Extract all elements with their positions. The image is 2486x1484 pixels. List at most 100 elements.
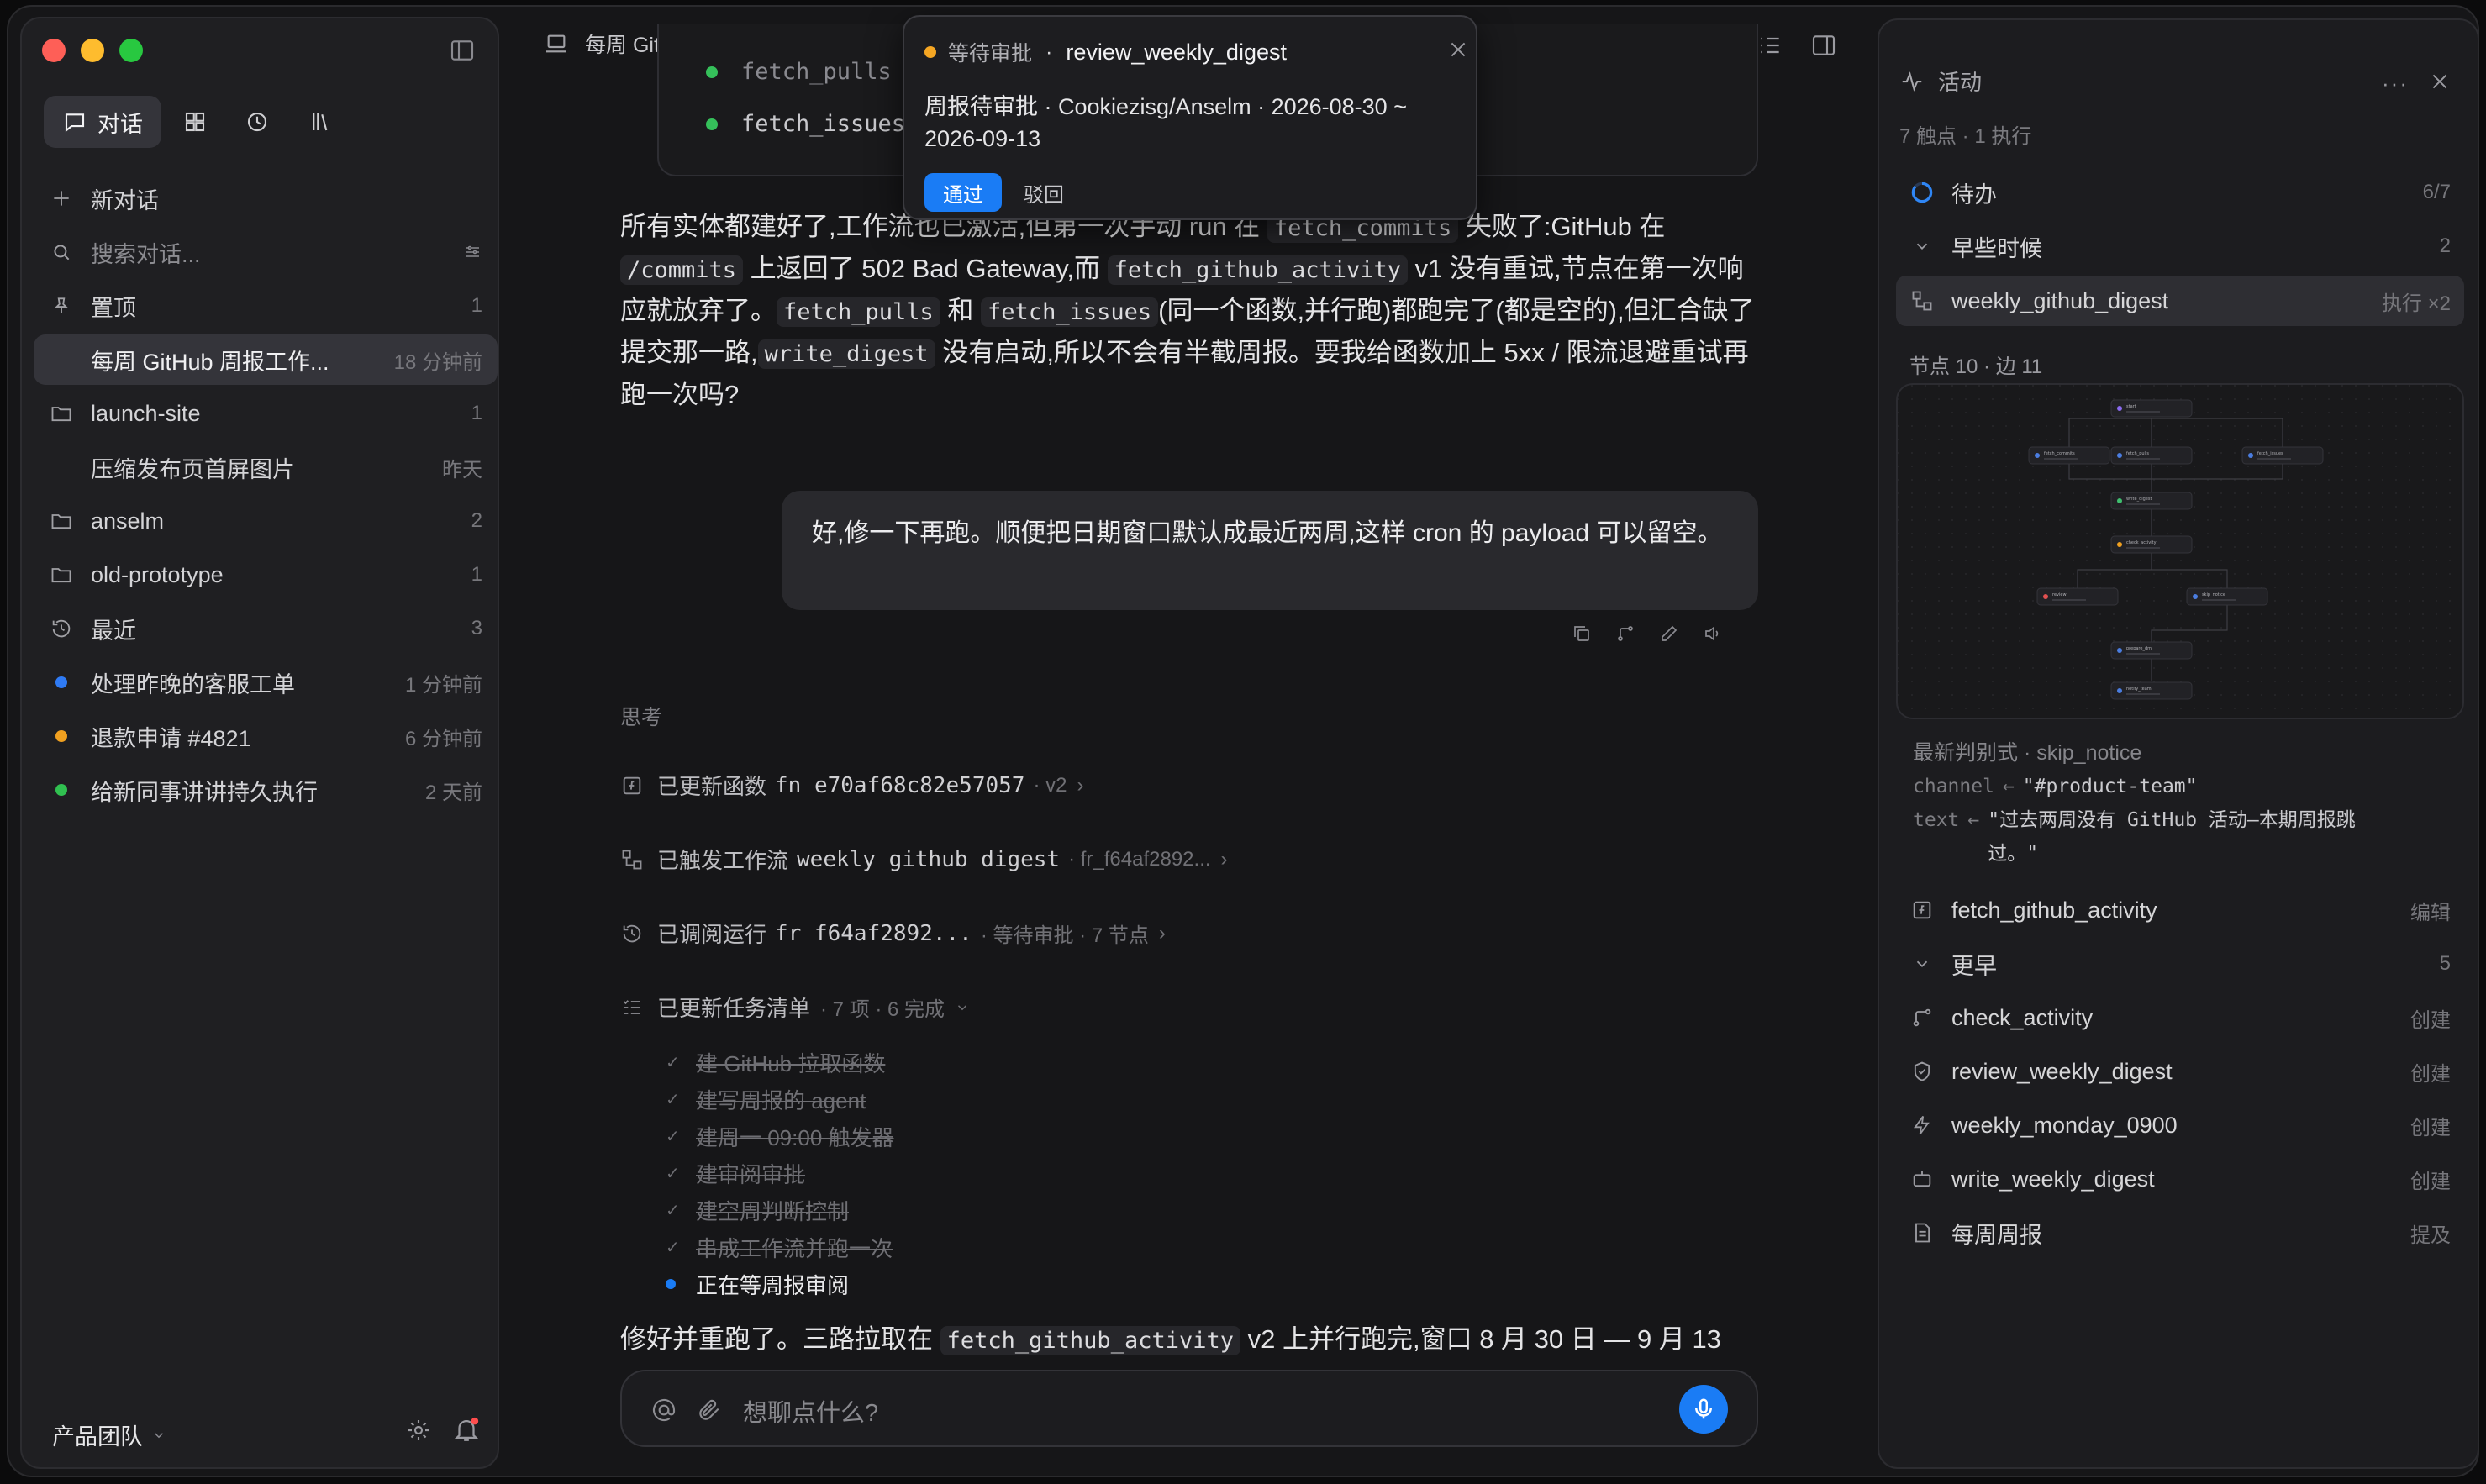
workflow-icon xyxy=(1909,288,1935,313)
workflow-graph[interactable]: start fetch_commits fetch_pulls fetch_issue… xyxy=(1896,383,2464,719)
chat-item[interactable]: 给新同事讲讲持久执行 2 天前 xyxy=(34,765,498,815)
speaker-icon[interactable] xyxy=(1703,624,1723,644)
folder-old-prototype[interactable]: old-prototype 1 xyxy=(34,550,498,600)
folder-label: anselm xyxy=(91,508,165,534)
function-icon xyxy=(620,774,644,797)
tab-library[interactable] xyxy=(296,96,346,148)
graph-node-check_activity[interactable]: check_activity xyxy=(2110,535,2193,554)
new-chat-button[interactable]: 新对话 xyxy=(34,173,498,224)
code-line: fetch_issues xyxy=(706,111,905,137)
activity-item[interactable]: weekly_monday_0900 创建 xyxy=(1896,1101,2464,1150)
earlier-section[interactable]: 早些时候 2 xyxy=(1896,222,2464,271)
graph-node-write_digest[interactable]: write_digest xyxy=(2110,492,2193,510)
sidebar: 对话 新对话 搜索对话... 置顶 1 每周 GitHub 周报工作... 18… xyxy=(20,17,499,1469)
todo-item: ✓ 建周一 09:00 触发器 xyxy=(666,1125,894,1150)
svg-text:notify_team: notify_team xyxy=(2126,687,2152,692)
right-panel-toggle-icon[interactable] xyxy=(1810,32,1837,59)
activity-item[interactable]: write_weekly_digest 创建 xyxy=(1896,1155,2464,1203)
minimize-window-button[interactable] xyxy=(81,39,104,62)
pending-section[interactable]: 待办 6/7 xyxy=(1896,168,2464,217)
graph-node-prepare_dm[interactable]: prepare_dm xyxy=(2110,641,2193,660)
graph-node-fetch_pulls[interactable]: fetch_pulls xyxy=(2110,446,2193,465)
activity-item[interactable]: 每周周报 提及 xyxy=(1896,1208,2464,1257)
sidebar-item-pinned[interactable]: 置顶 1 xyxy=(34,281,498,331)
settings-gear-icon[interactable] xyxy=(405,1417,432,1444)
status-dot xyxy=(55,676,67,688)
thinking-step[interactable]: 已更新任务清单 · 7 项 · 6 完成 xyxy=(620,992,970,1023)
team-label: 产品团队 xyxy=(52,1424,143,1450)
more-options-icon[interactable]: ··· xyxy=(2382,71,2409,97)
chat-item-time: 昨天 xyxy=(442,458,482,482)
attach-icon[interactable] xyxy=(696,1397,723,1423)
chat-item-time: 1 分钟前 xyxy=(404,673,482,697)
sidebar-toggle-icon[interactable] xyxy=(449,37,476,64)
chat-item[interactable]: 压缩发布页首屏图片 昨天 xyxy=(34,442,498,492)
branch-icon[interactable] xyxy=(1615,624,1635,644)
team-switcher[interactable]: 产品团队 xyxy=(52,1418,166,1451)
thinking-step[interactable]: 已更新函数 fn_e70af68c82e57057 · v2 › xyxy=(620,770,1083,801)
history-icon xyxy=(620,922,644,945)
activity-panel: 活动 ··· 7 触点 · 1 执行 待办 6/7 早些时候 2 weekly_… xyxy=(1878,18,2478,1469)
sidebar-item-recent[interactable]: 最近 3 xyxy=(34,603,498,654)
chat-item-time: 2 天前 xyxy=(424,781,482,804)
activity-item[interactable]: review_weekly_digest 创建 xyxy=(1896,1047,2464,1096)
folder-anselm[interactable]: anselm 2 xyxy=(34,496,498,546)
chat-bubble-icon xyxy=(62,109,87,134)
selected-workflow-row[interactable]: weekly_github_digest 执行 ×2 xyxy=(1896,276,2464,326)
folder-label: old-prototype xyxy=(91,561,224,587)
graph-node-skip_notice[interactable]: skip_notice xyxy=(2186,587,2268,606)
close-icon[interactable] xyxy=(1447,39,1469,61)
filter-icon[interactable] xyxy=(462,242,482,262)
chat-item-label: 给新同事讲讲持久执行 xyxy=(91,779,318,805)
edit-icon[interactable] xyxy=(1659,624,1679,644)
graph-node-start[interactable]: start xyxy=(2110,399,2193,418)
chevron-down-icon xyxy=(151,1428,166,1443)
chevron-right-icon: › xyxy=(1220,847,1228,871)
older-section[interactable]: 更早 5 xyxy=(1896,939,2464,988)
activity-item[interactable]: check_activity 创建 xyxy=(1896,993,2464,1042)
thinking-step[interactable]: 已调阅运行 fr_f64af2892... · 等待审批 · 7 节点 › xyxy=(620,918,1166,949)
bot-icon xyxy=(1909,1166,1935,1192)
chevron-down-icon xyxy=(1909,951,1935,976)
reject-button[interactable]: 驳回 xyxy=(1024,173,1064,212)
search-icon xyxy=(49,239,74,265)
check-icon: ✓ xyxy=(666,1054,680,1072)
tab-chats[interactable]: 对话 xyxy=(44,96,161,148)
chat-item[interactable]: 退款申请 #4821 6 分钟前 xyxy=(34,711,498,761)
app-window: 对话 新对话 搜索对话... 置顶 1 每周 GitHub 周报工作... 18… xyxy=(7,5,2479,1477)
mention-icon[interactable] xyxy=(650,1397,677,1423)
search-input[interactable]: 搜索对话... xyxy=(91,236,462,269)
graph-node-notify_team[interactable]: notify_team xyxy=(2110,681,2193,700)
function-row[interactable]: fetch_github_activity 编辑 xyxy=(1896,886,2464,934)
tab-grid[interactable] xyxy=(170,96,220,148)
tab-history[interactable] xyxy=(232,96,282,148)
assistant-message: 修好并重跑了。三路拉取在 fetch_github_activity v2 上并… xyxy=(620,1324,1721,1355)
chat-item-active[interactable]: 每周 GitHub 周报工作... 18 分钟前 xyxy=(34,334,498,385)
graph-node-fetch_issues[interactable]: fetch_issues xyxy=(2241,446,2324,465)
chat-item[interactable]: 处理昨晚的客服工单 1 分钟前 xyxy=(34,657,498,708)
copy-icon[interactable] xyxy=(1572,624,1592,644)
list-icon[interactable] xyxy=(1757,32,1783,59)
close-icon[interactable] xyxy=(2429,71,2451,92)
progress-ring-icon xyxy=(1909,180,1935,205)
folder-icon xyxy=(49,562,74,587)
chevron-down-icon xyxy=(955,1000,970,1015)
maximize-window-button[interactable] xyxy=(119,39,143,62)
chat-item-time: 18 分钟前 xyxy=(393,350,482,374)
approve-button[interactable]: 通过 xyxy=(924,173,1002,212)
folder-launch-site[interactable]: launch-site 1 xyxy=(34,388,498,439)
bell-icon[interactable] xyxy=(452,1415,481,1444)
search-chats[interactable]: 搜索对话... xyxy=(34,227,498,277)
library-icon xyxy=(308,109,334,134)
todo-item: ✓ 建空周判断控制 xyxy=(666,1199,850,1224)
graph-node-review[interactable]: review xyxy=(2036,587,2119,606)
svg-text:check_activity: check_activity xyxy=(2126,540,2157,545)
chat-item-label: 退款申请 #4821 xyxy=(91,725,251,751)
svg-text:fetch_pulls: fetch_pulls xyxy=(2126,451,2149,456)
check-icon: ✓ xyxy=(666,1202,680,1220)
message-input[interactable]: 想聊点什么? xyxy=(743,1393,878,1429)
close-window-button[interactable] xyxy=(42,39,66,62)
microphone-button[interactable] xyxy=(1679,1385,1728,1434)
thinking-step[interactable]: 已触发工作流 weekly_github_digest · fr_f64af28… xyxy=(620,844,1228,875)
graph-node-fetch_commits[interactable]: fetch_commits xyxy=(2028,446,2110,465)
